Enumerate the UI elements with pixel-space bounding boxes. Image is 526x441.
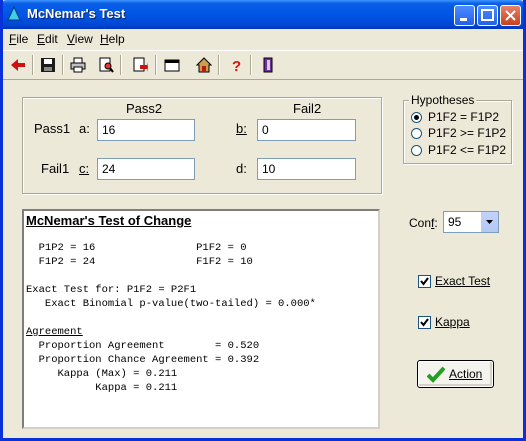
cell-d-label: d: bbox=[236, 161, 247, 176]
window-icon bbox=[164, 59, 180, 72]
menu-file[interactable]: File bbox=[9, 32, 28, 46]
close-button[interactable] bbox=[500, 5, 521, 26]
exact-test-checkbox[interactable] bbox=[418, 275, 431, 288]
hypothesis-radio-greater[interactable] bbox=[411, 128, 422, 139]
export-icon bbox=[133, 57, 148, 72]
window-button[interactable] bbox=[161, 54, 183, 76]
cell-c-input[interactable]: 24 bbox=[97, 158, 195, 180]
column-pass2-label: Pass2 bbox=[126, 101, 163, 116]
export-button[interactable] bbox=[129, 54, 151, 76]
hypothesis-label-less: P1F2 <= F1P2 bbox=[428, 143, 507, 157]
svg-text:?: ? bbox=[232, 58, 241, 73]
exit-icon bbox=[263, 57, 273, 73]
minimize-button[interactable] bbox=[454, 5, 475, 26]
cell-a-input[interactable]: 16 bbox=[97, 119, 195, 141]
menu-edit[interactable]: Edit bbox=[37, 32, 58, 46]
title-bar[interactable]: McNemar's Test bbox=[3, 0, 523, 29]
home-button[interactable] bbox=[193, 54, 215, 76]
menu-bar: File Edit View Help bbox=[3, 29, 523, 48]
hypothesis-label-equal: P1F2 = F1P2 bbox=[428, 110, 500, 124]
home-icon bbox=[196, 57, 212, 73]
checkmark-icon bbox=[420, 318, 429, 327]
action-label: Action bbox=[449, 367, 483, 381]
hypothesis-radio-equal[interactable] bbox=[411, 112, 422, 123]
result-line: F1P2 = 24 F1F2 = 10 bbox=[26, 256, 253, 268]
agreement-line: Kappa (Max) = 0.211 bbox=[26, 368, 178, 380]
toolbar: ? bbox=[3, 50, 523, 80]
help-button[interactable]: ? bbox=[225, 54, 247, 76]
agreement-line: Proportion Agreement = 0.520 bbox=[26, 340, 260, 352]
print-button[interactable] bbox=[67, 54, 89, 76]
maximize-icon bbox=[481, 9, 494, 21]
tree-icon bbox=[7, 6, 21, 21]
result-line: P1P2 = 16 P1F2 = 0 bbox=[26, 242, 247, 254]
save-button[interactable] bbox=[37, 54, 59, 76]
chevron-down-icon bbox=[486, 220, 493, 224]
conf-label: Conf: bbox=[409, 216, 438, 230]
print-icon bbox=[70, 57, 86, 73]
hypothesis-radio-less[interactable] bbox=[411, 145, 422, 156]
action-button[interactable]: Action bbox=[417, 360, 494, 388]
checkmark-icon bbox=[427, 366, 445, 383]
minimize-icon bbox=[460, 18, 467, 21]
conf-value: 95 bbox=[448, 215, 462, 229]
results-output[interactable]: McNemar's Test of Change P1P2 = 16 P1F2 … bbox=[22, 209, 380, 429]
back-arrow-icon bbox=[11, 59, 25, 71]
agreement-line: Kappa = 0.211 bbox=[26, 382, 178, 394]
menu-help[interactable]: Help bbox=[100, 32, 125, 46]
window-title: McNemar's Test bbox=[27, 6, 126, 21]
cell-b-label: b: bbox=[236, 121, 247, 136]
maximize-button[interactable] bbox=[477, 5, 498, 26]
cell-b-input[interactable]: 0 bbox=[257, 119, 356, 141]
cell-a-label: a: bbox=[79, 121, 90, 136]
row-pass1-label: Pass1 bbox=[34, 121, 71, 136]
print-preview-icon bbox=[99, 57, 114, 73]
checkmark-icon bbox=[420, 277, 429, 286]
agreement-line: Proportion Chance Agreement = 0.392 bbox=[26, 354, 260, 366]
conf-select[interactable]: 95 bbox=[443, 211, 499, 233]
cell-d-input[interactable]: 10 bbox=[257, 158, 356, 180]
exit-button[interactable] bbox=[257, 54, 279, 76]
dropdown-arrow[interactable] bbox=[481, 212, 498, 232]
back-button[interactable] bbox=[7, 54, 29, 76]
result-line: Exact Binomial p-value(two-tailed) = 0.0… bbox=[26, 298, 316, 310]
menu-view[interactable]: View bbox=[67, 32, 93, 46]
kappa-label: Kappa bbox=[435, 315, 470, 329]
kappa-checkbox[interactable] bbox=[418, 316, 431, 329]
cell-c-label: c: bbox=[79, 161, 90, 176]
results-heading: McNemar's Test of Change bbox=[26, 213, 192, 228]
hypotheses-title: Hypotheses bbox=[409, 93, 477, 107]
mcnemar-window: McNemar's Test File Edit View Help ? Pas… bbox=[0, 0, 526, 441]
print-preview-button[interactable] bbox=[95, 54, 117, 76]
hypothesis-label-greater: P1F2 >= F1P2 bbox=[428, 126, 507, 140]
save-icon bbox=[41, 58, 55, 72]
agreement-heading: Agreement bbox=[26, 326, 83, 338]
row-fail1-label: Fail1 bbox=[41, 161, 70, 176]
close-icon bbox=[505, 10, 516, 21]
result-line: Exact Test for: P1F2 = P2F1 bbox=[26, 284, 197, 296]
help-icon: ? bbox=[232, 58, 241, 73]
exact-test-label: Exact Test bbox=[435, 274, 491, 288]
column-fail2-label: Fail2 bbox=[293, 101, 322, 116]
